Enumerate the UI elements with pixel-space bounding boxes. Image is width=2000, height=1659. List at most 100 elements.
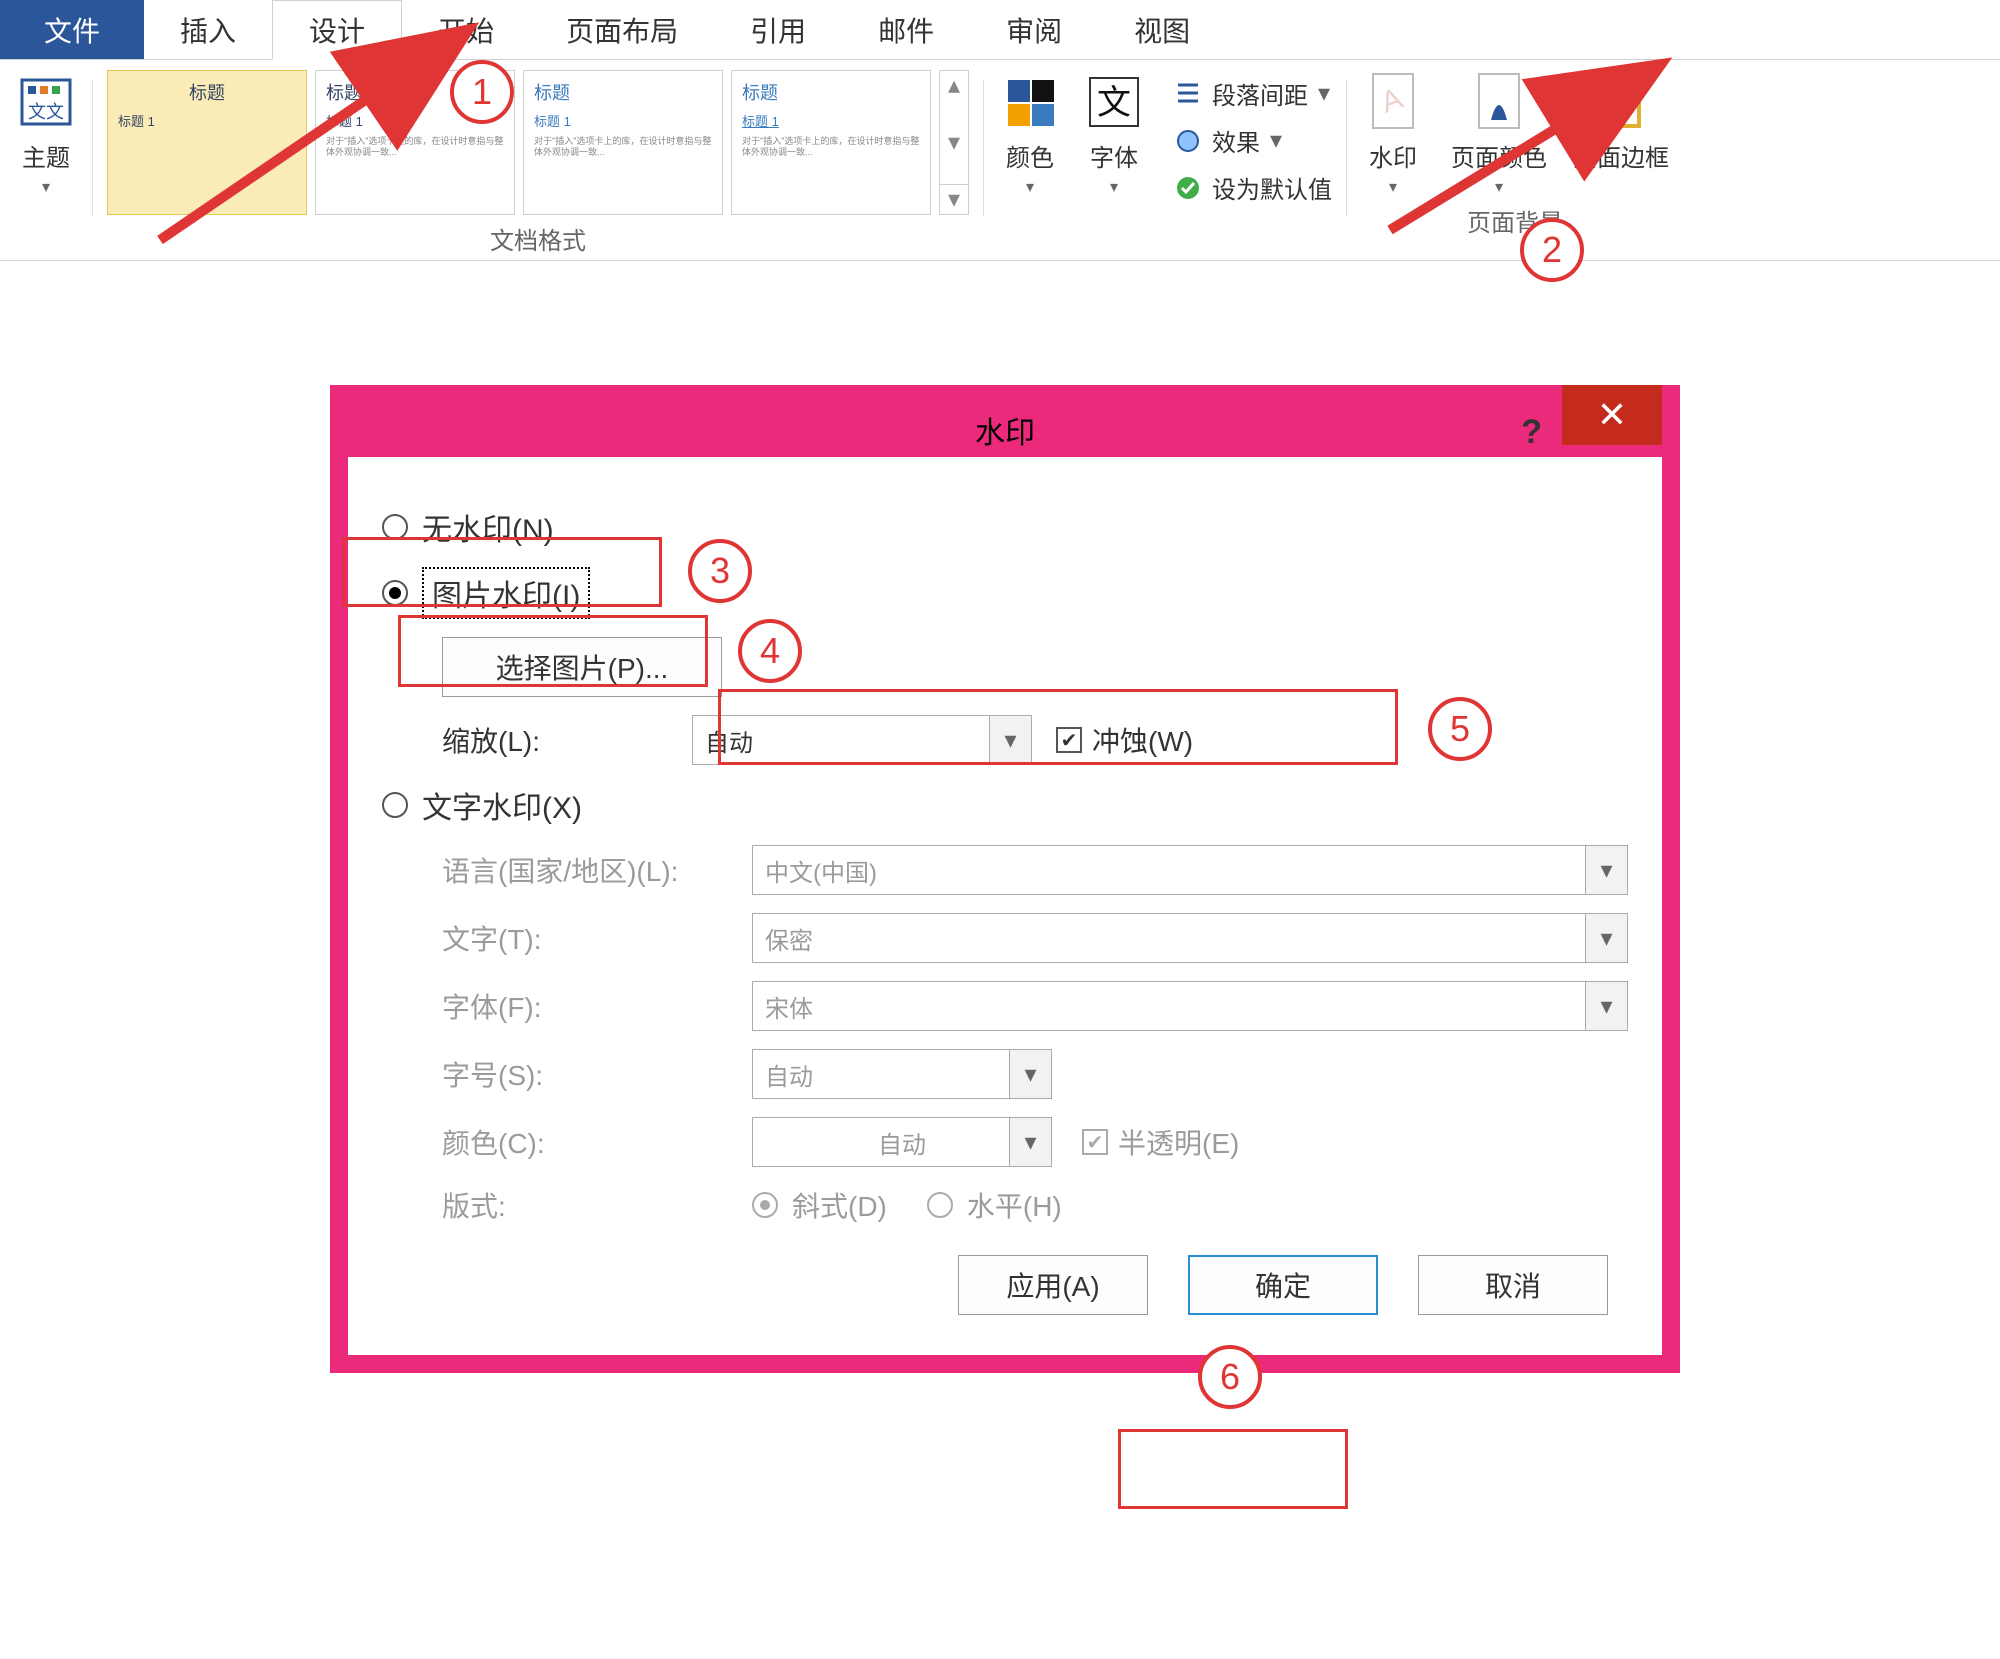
style-card-sub: 标题 1 bbox=[534, 111, 712, 130]
tab-insert-label: 插入 bbox=[180, 10, 236, 50]
size-row: 字号(S): 自动 ▾ bbox=[442, 1049, 1628, 1099]
apply-button[interactable]: 应用(A) bbox=[958, 1255, 1148, 1315]
paragraph-spacing-button[interactable]: 段落间距 ▾ bbox=[1174, 76, 1332, 111]
language-value: 中文(中国) bbox=[765, 853, 877, 888]
tab-design[interactable]: 设计 bbox=[272, 0, 402, 60]
callout-2: 2 bbox=[1520, 218, 1584, 282]
group-spacing-effects: 段落间距 ▾ 效果 ▾ 设为默认值 bbox=[1160, 70, 1346, 205]
group-themes: 文文 主题 bbox=[0, 70, 92, 197]
font-select[interactable]: 宋体 ▾ bbox=[752, 981, 1628, 1031]
caret-icon bbox=[1110, 177, 1118, 197]
tab-view[interactable]: 视图 bbox=[1098, 0, 1226, 59]
layout-label: 版式: bbox=[442, 1185, 752, 1225]
paragraph-spacing-icon bbox=[1174, 80, 1202, 108]
style-card-4[interactable]: 标题 标题 1 对于"插入"选项卡上的库，在设计时意指与整体外观协调一致... bbox=[731, 70, 931, 215]
text-label: 文字(T): bbox=[442, 918, 752, 958]
dialog-body: 无水印(N) 图片水印(I) 选择图片(P)... 缩放(L): 自动 ▾ bbox=[348, 457, 1662, 1355]
tab-layout[interactable]: 页面布局 bbox=[530, 0, 714, 59]
size-value: 自动 bbox=[765, 1057, 813, 1092]
radio-no-watermark[interactable] bbox=[382, 514, 408, 540]
text-value: 保密 bbox=[765, 921, 813, 956]
fonts-icon: 文 bbox=[1082, 70, 1146, 134]
radio-picture-watermark[interactable] bbox=[382, 580, 408, 606]
tab-file-label: 文件 bbox=[44, 10, 100, 50]
style-card-3[interactable]: 标题 标题 1 对于"插入"选项卡上的库，在设计时意指与整体外观协调一致... bbox=[523, 70, 723, 215]
fonts-label: 字体 bbox=[1090, 138, 1138, 173]
caret-icon: ▾ bbox=[1009, 1050, 1051, 1098]
text-select[interactable]: 保密 ▾ bbox=[752, 913, 1628, 963]
tab-mailings-label: 邮件 bbox=[878, 10, 934, 50]
callout-1: 1 bbox=[450, 60, 514, 124]
help-button[interactable]: ? bbox=[1521, 413, 1542, 452]
themes-button[interactable]: 文文 主题 bbox=[14, 70, 78, 197]
arrow-1 bbox=[130, 80, 420, 267]
cancel-button[interactable]: 取消 bbox=[1418, 1255, 1608, 1315]
washout-checkbox[interactable]: ✔ bbox=[1056, 727, 1082, 753]
svg-text:文: 文 bbox=[1097, 84, 1131, 122]
fonts-button[interactable]: 文 字体 bbox=[1082, 70, 1146, 197]
ribbon-tabs: 文件 插入 设计 开始 页面布局 引用 邮件 审阅 视图 bbox=[0, 0, 2000, 60]
check-icon bbox=[1174, 174, 1202, 202]
tab-review[interactable]: 审阅 bbox=[970, 0, 1098, 59]
tab-mailings[interactable]: 邮件 bbox=[842, 0, 970, 59]
gallery-scroll[interactable]: ▴ ▾ ▾ bbox=[939, 70, 969, 215]
no-watermark-label: 无水印(N) bbox=[422, 505, 554, 549]
ok-label: 确定 bbox=[1255, 1265, 1311, 1305]
callout-3: 3 bbox=[688, 539, 752, 603]
language-row: 语言(国家/地区)(L): 中文(中国) ▾ bbox=[442, 845, 1628, 895]
size-select[interactable]: 自动 ▾ bbox=[752, 1049, 1052, 1099]
ok-button[interactable]: 确定 bbox=[1188, 1255, 1378, 1315]
themes-dropdown-caret bbox=[42, 177, 50, 197]
washout-label: 冲蚀(W) bbox=[1092, 720, 1193, 760]
radio-horizontal[interactable] bbox=[927, 1192, 953, 1218]
scale-label: 缩放(L): bbox=[442, 720, 692, 760]
size-label: 字号(S): bbox=[442, 1054, 752, 1094]
colors-icon bbox=[998, 70, 1062, 134]
select-picture-button[interactable]: 选择图片(P)... bbox=[442, 637, 722, 697]
radio-text-watermark[interactable] bbox=[382, 792, 408, 818]
tab-insert[interactable]: 插入 bbox=[144, 0, 272, 59]
style-card-sub: 标题 1 bbox=[742, 111, 920, 130]
radio-diagonal[interactable] bbox=[752, 1192, 778, 1218]
paragraph-spacing-label: 段落间距 bbox=[1212, 76, 1308, 111]
tab-design-label: 设计 bbox=[309, 10, 365, 50]
font-label: 字体(F): bbox=[442, 986, 752, 1026]
dialog-titlebar: 水印 ? ✕ bbox=[348, 403, 1662, 457]
style-card-title: 标题 bbox=[742, 79, 920, 105]
themes-label: 主题 bbox=[22, 138, 70, 173]
language-select[interactable]: 中文(中国) ▾ bbox=[752, 845, 1628, 895]
color-label: 颜色(C): bbox=[442, 1122, 752, 1162]
callout-4: 4 bbox=[738, 619, 802, 683]
tab-file[interactable]: 文件 bbox=[0, 0, 144, 59]
tab-home[interactable]: 开始 bbox=[402, 0, 530, 59]
effects-button[interactable]: 效果 ▾ bbox=[1174, 123, 1332, 158]
tab-home-label: 开始 bbox=[438, 10, 494, 50]
highlight-6 bbox=[1118, 1429, 1348, 1509]
tab-references[interactable]: 引用 bbox=[714, 0, 842, 59]
semitrans-checkbox[interactable]: ✔ bbox=[1082, 1129, 1108, 1155]
set-default-button[interactable]: 设为默认值 bbox=[1174, 170, 1332, 205]
effects-icon bbox=[1174, 127, 1202, 155]
radio-text-watermark-row: 文字水印(X) bbox=[382, 783, 1628, 827]
caret-icon: ▾ bbox=[1270, 126, 1282, 155]
radio-picture-watermark-row: 图片水印(I) bbox=[382, 567, 1628, 619]
scale-select[interactable]: 自动 ▾ bbox=[692, 715, 1032, 765]
caret-icon: ▾ bbox=[989, 716, 1031, 764]
font-value: 宋体 bbox=[765, 989, 813, 1024]
set-default-label: 设为默认值 bbox=[1212, 170, 1332, 205]
svg-text:文文: 文文 bbox=[28, 102, 64, 122]
group-colors-fonts: 颜色 文 字体 bbox=[984, 70, 1160, 197]
layout-row: 版式: 斜式(D) 水平(H) bbox=[442, 1185, 1628, 1225]
color-select[interactable]: 自动 ▾ bbox=[752, 1117, 1052, 1167]
radio-no-watermark-row: 无水印(N) bbox=[382, 505, 1628, 549]
apply-label: 应用(A) bbox=[1006, 1265, 1099, 1305]
callout-5: 5 bbox=[1428, 697, 1492, 761]
effects-label: 效果 bbox=[1212, 123, 1260, 158]
caret-icon: ▾ bbox=[1009, 1118, 1051, 1166]
text-row: 文字(T): 保密 ▾ bbox=[442, 913, 1628, 963]
caret-icon: ▾ bbox=[1585, 982, 1627, 1030]
close-button[interactable]: ✕ bbox=[1562, 385, 1662, 445]
text-watermark-label: 文字水印(X) bbox=[422, 783, 582, 827]
colors-button[interactable]: 颜色 bbox=[998, 70, 1062, 197]
tab-layout-label: 页面布局 bbox=[566, 10, 678, 50]
